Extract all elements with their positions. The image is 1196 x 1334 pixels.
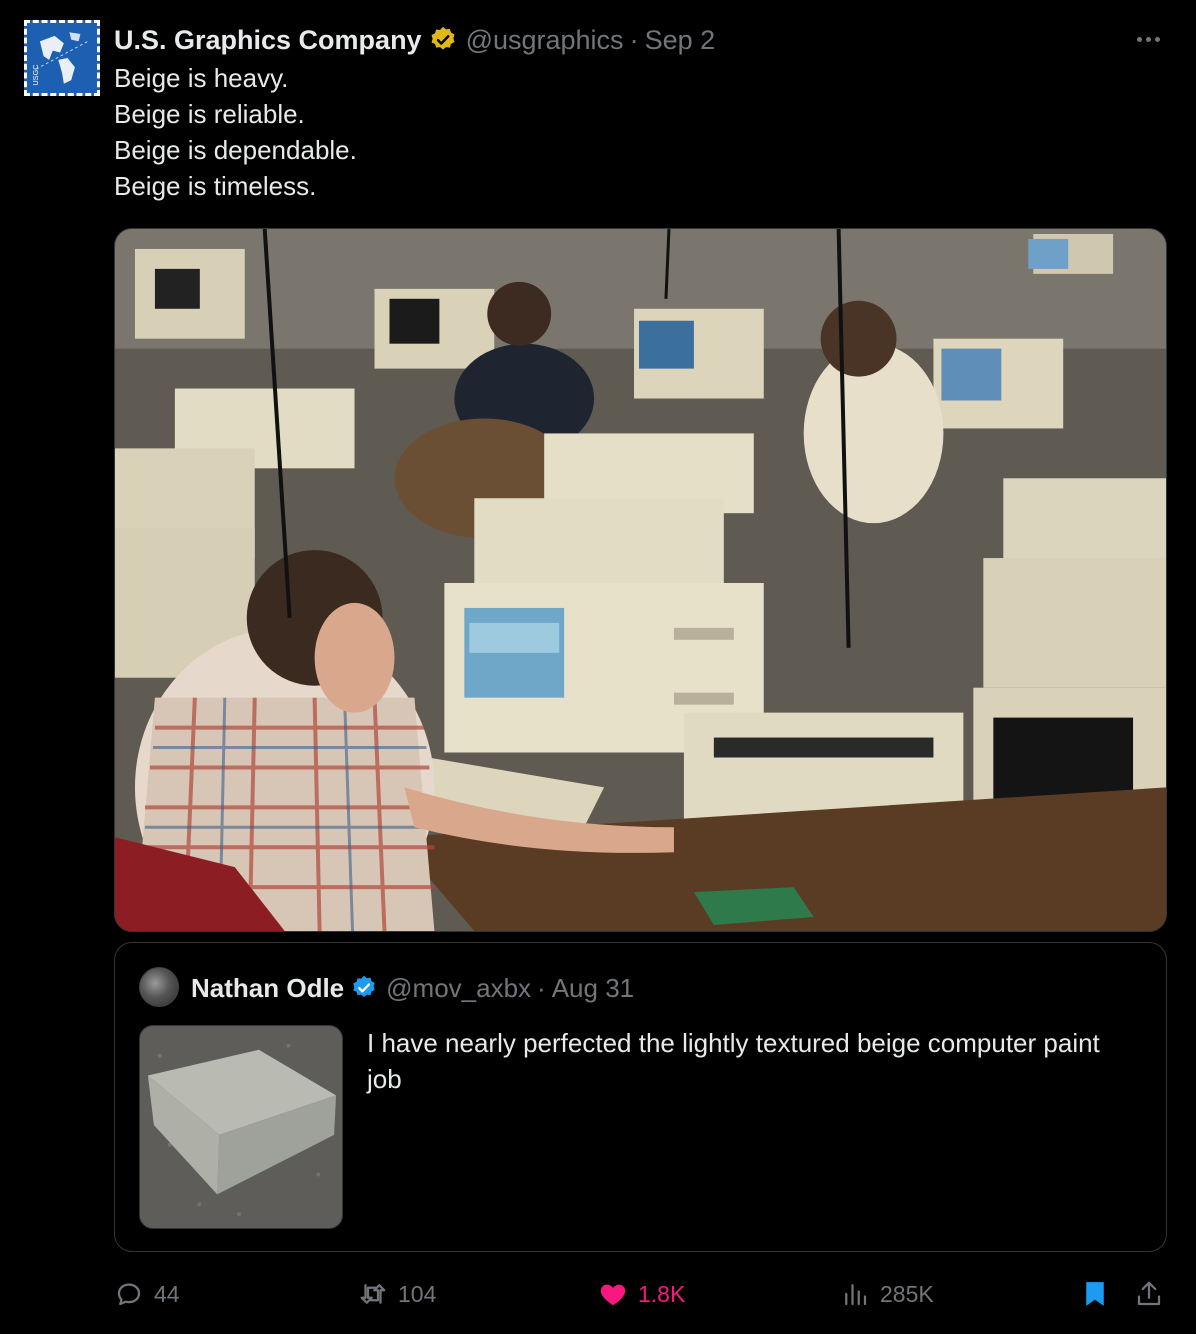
bookmark-icon	[1086, 1282, 1104, 1306]
more-dot-icon	[1145, 36, 1151, 42]
more-dot-icon	[1154, 36, 1160, 42]
tweet-action-bar: 44 104 1.8K 285K	[114, 1272, 1174, 1316]
retweet-button[interactable]: 104	[358, 1272, 436, 1316]
views-icon	[845, 1284, 867, 1306]
views-count: 285K	[880, 1280, 934, 1307]
more-dot-icon	[1136, 36, 1142, 42]
quoted-author-avatar[interactable]	[139, 967, 179, 1007]
blue-verified-badge-icon[interactable]	[350, 974, 378, 1002]
author-name[interactable]: U.S. Graphics Company	[114, 25, 422, 56]
quoted-tweet-header: Nathan Odle @mov_axbx · Aug 31	[191, 969, 634, 1007]
gold-verified-badge-icon[interactable]	[428, 25, 458, 55]
quoted-tweet-date[interactable]: Aug 31	[552, 973, 634, 1004]
more-options-button[interactable]	[1128, 24, 1168, 54]
quoted-author-name[interactable]: Nathan Odle	[191, 973, 344, 1004]
author-handle[interactable]: @usgraphics	[466, 25, 624, 56]
retweet-count: 104	[398, 1280, 437, 1307]
usgc-map-stamp-icon: USGC	[27, 23, 97, 93]
quoted-author-handle[interactable]: @mov_axbx	[386, 973, 531, 1004]
reply-button[interactable]: 44	[114, 1272, 180, 1316]
quoted-tweet[interactable]: Nathan Odle @mov_axbx · Aug 31 I have ne…	[114, 942, 1167, 1252]
svg-text:USGC: USGC	[31, 64, 40, 86]
separator-dot: ·	[537, 972, 546, 1003]
author-avatar[interactable]: USGC	[24, 20, 100, 96]
tweet-header: U.S. Graphics Company @usgraphics · Sep …	[114, 22, 715, 58]
reply-count: 44	[154, 1280, 180, 1307]
reply-icon	[117, 1283, 141, 1306]
heart-icon	[600, 1284, 626, 1306]
quoted-tweet-photo[interactable]	[139, 1025, 343, 1229]
tweet-date[interactable]: Sep 2	[645, 25, 716, 56]
like-button[interactable]: 1.8K	[598, 1272, 685, 1316]
tweet-text-line: Beige is dependable.	[114, 135, 357, 165]
views-button[interactable]: 285K	[840, 1272, 934, 1316]
tweet-text-line: Beige is reliable.	[114, 99, 305, 129]
separator-dot: ·	[629, 24, 639, 55]
beige-case-photo	[140, 1026, 342, 1228]
quoted-tweet-text: I have nearly perfected the lightly text…	[367, 1028, 1100, 1094]
tweet-photo[interactable]	[114, 228, 1167, 932]
computer-lab-photo	[115, 229, 1166, 931]
tweet-text-line: Beige is timeless.	[114, 171, 317, 201]
tweet-text-line: Beige is heavy.	[114, 63, 289, 93]
retweet-icon	[360, 1284, 386, 1304]
share-button[interactable]	[1134, 1272, 1164, 1316]
bookmark-button[interactable]	[1080, 1272, 1110, 1316]
share-icon	[1137, 1281, 1161, 1306]
like-count: 1.8K	[638, 1280, 686, 1307]
tweet-text: Beige is heavy. Beige is reliable. Beige…	[114, 60, 1154, 204]
